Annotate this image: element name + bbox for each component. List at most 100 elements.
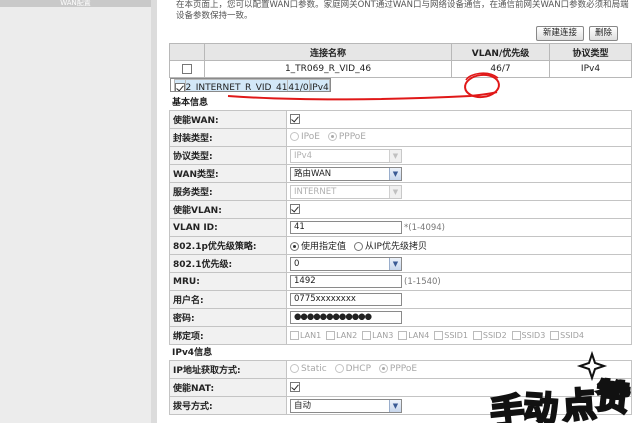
protocol-label: 协议类型: bbox=[169, 146, 287, 165]
enable-nat-checkbox[interactable] bbox=[290, 382, 300, 393]
checkbox-icon bbox=[362, 330, 372, 340]
nat-label: 使能NAT: bbox=[169, 378, 287, 397]
connection-vlan: 46/7 bbox=[451, 60, 550, 78]
bind-option-lan4[interactable]: LAN4 bbox=[398, 330, 429, 340]
col-header-protocol: 协议类型 bbox=[549, 43, 632, 61]
wan-type-label: WAN类型: bbox=[169, 164, 287, 183]
watermark-char: 动 bbox=[521, 387, 560, 423]
checkbox-icon bbox=[290, 330, 299, 340]
form-row-bind: 绑定项: LAN1 LAN2 LAN3 LAN4 SSID1 SSID2 SSI… bbox=[169, 326, 632, 345]
vlan-id-label: VLAN ID: bbox=[169, 218, 287, 237]
prio-select[interactable]: 0 ▼ bbox=[290, 256, 402, 271]
table-row-selected[interactable]: 2_INTERNET_R_VID_41 41/0 IPv4 bbox=[169, 78, 331, 92]
form-row-username: 用户名: 0775xxxxxxxx bbox=[169, 290, 632, 309]
connection-vlan: 41/0 bbox=[287, 79, 310, 91]
mru-input[interactable]: 1492 bbox=[290, 275, 402, 288]
col-header-select bbox=[169, 43, 205, 61]
addr-mode-option-dhcp[interactable]: DHCP bbox=[334, 364, 371, 374]
enable-wan-checkbox[interactable] bbox=[290, 114, 300, 125]
bind-option-ssid3[interactable]: SSID3 bbox=[511, 330, 545, 340]
chevron-down-icon: ▼ bbox=[389, 149, 401, 162]
watermark-char: 点 bbox=[560, 384, 599, 423]
checkbox-icon bbox=[434, 330, 444, 340]
form-row-service: 服务类型: INTERNET ▼ bbox=[169, 182, 632, 201]
radio-icon bbox=[334, 364, 344, 374]
encap-label: 封装类型: bbox=[169, 128, 287, 147]
enable-vlan-label: 使能VLAN: bbox=[169, 200, 287, 219]
encap-option-ipoe[interactable]: IPoE bbox=[290, 132, 320, 142]
checkbox-icon bbox=[511, 330, 521, 340]
checkbox-icon bbox=[472, 330, 482, 340]
col-header-vlan: VLAN/优先级 bbox=[451, 43, 550, 61]
col-header-name: 连接名称 bbox=[204, 43, 452, 61]
radio-icon bbox=[290, 132, 299, 142]
protocol-select[interactable]: IPv4 ▼ bbox=[290, 148, 402, 163]
prio-policy-option-fixed[interactable]: 使用指定值 bbox=[290, 239, 346, 252]
bind-option-ssid4[interactable]: SSID4 bbox=[550, 330, 584, 340]
radio-icon bbox=[378, 364, 388, 374]
username-input[interactable]: 0775xxxxxxxx bbox=[290, 293, 402, 306]
form-row-protocol: 协议类型: IPv4 ▼ bbox=[169, 146, 632, 165]
watermark-char: 赞 bbox=[592, 375, 632, 421]
bind-option-lan3[interactable]: LAN3 bbox=[362, 330, 393, 340]
delete-button[interactable]: 删除 bbox=[589, 26, 618, 41]
prio-policy-label: 802.1p优先级策略: bbox=[169, 236, 287, 255]
addr-mode-option-pppoe[interactable]: PPPoE bbox=[378, 364, 417, 374]
section-basic-info: 基本信息 bbox=[169, 97, 631, 110]
service-select[interactable]: INTERNET ▼ bbox=[290, 184, 402, 199]
row-checkbox[interactable] bbox=[182, 63, 192, 74]
new-connection-button[interactable]: 新建连接 bbox=[536, 26, 584, 41]
bind-option-ssid1[interactable]: SSID1 bbox=[434, 330, 468, 340]
vlan-id-hint: *(1-4094) bbox=[404, 223, 445, 233]
dial-label: 拨号方式: bbox=[169, 396, 287, 415]
watermark-char: 手 bbox=[487, 389, 527, 423]
prio-policy-option-copy[interactable]: 从IP优先级拷贝 bbox=[353, 239, 427, 252]
nav-tab-active[interactable]: WAN配置 bbox=[0, 0, 151, 7]
radio-icon bbox=[353, 242, 363, 251]
watermark-stamp: 手 动 点 赞 bbox=[486, 364, 638, 423]
table-row[interactable]: 1_TR069_R_VID_46 46/7 IPv4 bbox=[169, 60, 632, 78]
connection-name[interactable]: 2_INTERNET_R_VID_41 bbox=[184, 79, 289, 91]
checkbox-icon bbox=[550, 330, 560, 340]
row-select-cell bbox=[173, 79, 186, 91]
enable-vlan-checkbox[interactable] bbox=[290, 204, 300, 215]
main-content: 在本页面上，您可以配置WAN口参数。家庭网关ONT通过WAN口与网络设备通信，在… bbox=[160, 0, 640, 423]
form-row-wan-type: WAN类型: 路由WAN ▼ bbox=[169, 164, 632, 183]
basic-info-form: 使能WAN: 封装类型: IPoE PPPoE 协议类型: IPv4 ▼ WAN类… bbox=[169, 110, 632, 345]
password-input[interactable]: ●●●●●●●●●●●● bbox=[290, 311, 402, 324]
chevron-down-icon: ▼ bbox=[389, 257, 401, 270]
encap-option-pppoe[interactable]: PPPoE bbox=[327, 132, 366, 142]
bind-option-ssid2[interactable]: SSID2 bbox=[472, 330, 507, 340]
form-row-mru: MRU: 1492 (1-1540) bbox=[169, 272, 632, 291]
form-row-enable-wan: 使能WAN: bbox=[169, 110, 632, 129]
form-row-enable-vlan: 使能VLAN: bbox=[169, 200, 632, 219]
chevron-down-icon: ▼ bbox=[389, 167, 401, 180]
connection-protocol: IPv4 bbox=[308, 79, 330, 91]
section-ipv4-info: IPv4信息 bbox=[169, 347, 631, 360]
chevron-down-icon: ▼ bbox=[389, 185, 401, 198]
bind-option-lan2[interactable]: LAN2 bbox=[326, 330, 357, 340]
bind-option-lan1[interactable]: LAN1 bbox=[290, 330, 321, 340]
table-header: 连接名称 VLAN/优先级 协议类型 bbox=[169, 43, 632, 61]
page-notice: 在本页面上，您可以配置WAN口参数。家庭网关ONT通过WAN口与网络设备通信，在… bbox=[176, 0, 629, 21]
vlan-id-input[interactable]: 41 bbox=[290, 221, 402, 234]
wan-type-select[interactable]: 路由WAN ▼ bbox=[290, 166, 402, 181]
form-row-encap: 封装类型: IPoE PPPoE bbox=[169, 128, 632, 147]
row-checkbox[interactable] bbox=[174, 82, 185, 91]
left-nav-panel: WAN配置 bbox=[0, 0, 151, 423]
connection-protocol: IPv4 bbox=[549, 60, 632, 78]
dial-select[interactable]: 自动 ▼ bbox=[290, 398, 402, 413]
panel-divider[interactable] bbox=[151, 0, 157, 423]
form-row-prio-policy: 802.1p优先级策略: 使用指定值 从IP优先级拷贝 bbox=[169, 236, 632, 255]
radio-icon bbox=[327, 132, 337, 142]
password-label: 密码: bbox=[169, 308, 287, 327]
prio-label: 802.1优先级: bbox=[169, 254, 287, 273]
connection-table: 连接名称 VLAN/优先级 协议类型 1_TR069_R_VID_46 46/7… bbox=[169, 43, 632, 92]
form-row-vlan-id: VLAN ID: 41 *(1-4094) bbox=[169, 218, 632, 237]
radio-icon bbox=[290, 242, 299, 251]
addr-mode-option-static[interactable]: Static bbox=[290, 364, 327, 374]
connection-name[interactable]: 1_TR069_R_VID_46 bbox=[204, 60, 452, 78]
form-row-password: 密码: ●●●●●●●●●●●● bbox=[169, 308, 632, 327]
mru-hint: (1-1540) bbox=[404, 277, 441, 287]
mru-label: MRU: bbox=[169, 272, 287, 291]
